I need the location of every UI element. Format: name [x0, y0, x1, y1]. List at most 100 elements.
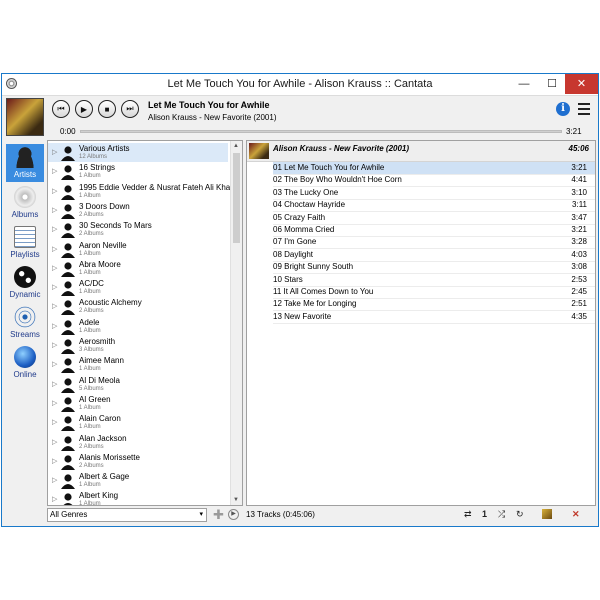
expand-arrow-icon[interactable]: ▷ [52, 476, 57, 484]
expand-arrow-icon[interactable]: ▷ [52, 148, 57, 156]
expand-arrow-icon[interactable]: ▷ [52, 457, 57, 465]
play-button[interactable]: ▶ [75, 100, 93, 118]
play-queue[interactable]: Alison Krauss - New Favorite (2001) 45:0… [246, 140, 596, 506]
track-row[interactable]: 02 The Boy Who Wouldn't Hoe Corn 4:41 [273, 174, 595, 188]
cover-art[interactable] [6, 98, 44, 136]
menu-icon[interactable] [578, 103, 590, 115]
track-row[interactable]: 10 Stars 2:53 [273, 274, 595, 287]
track-row[interactable]: 01 Let Me Touch You for Awhile 3:21 [273, 162, 595, 175]
track-title: 09 Bright Sunny South [273, 262, 354, 272]
artist-list-item[interactable]: ▷ 3 Doors Down 2 Albums [48, 201, 228, 220]
artist-list-item[interactable]: ▷ Aerosmith 3 Albums [48, 336, 228, 355]
sidebar-item-online[interactable]: Online [6, 344, 44, 382]
expand-arrow-icon[interactable]: ▷ [52, 264, 57, 272]
expand-arrow-icon[interactable]: ▷ [52, 399, 57, 407]
seek-slider[interactable] [80, 130, 562, 133]
track-row[interactable]: 06 Momma Cried 3:21 [273, 224, 595, 237]
artist-list[interactable]: ▷ Various Artists 12 Albums ▷ 16 Strings 1 Al… [47, 140, 243, 506]
expand-arrow-icon[interactable]: ▷ [52, 380, 57, 388]
artist-avatar-icon [61, 242, 75, 258]
expand-arrow-icon[interactable]: ▷ [52, 245, 57, 253]
expand-arrow-icon[interactable]: ▷ [52, 225, 57, 233]
expand-arrow-icon[interactable]: ▷ [52, 418, 57, 426]
artist-list-item[interactable]: ▷ 16 Strings 1 Album [48, 162, 228, 181]
artist-list-item[interactable]: ▷ 1995 Eddie Vedder & Nusrat Fateh Ali Kh… [48, 182, 230, 201]
sidebar-item-playlists[interactable]: Playlists [6, 224, 44, 262]
scroll-up-icon[interactable]: ▲ [233, 143, 239, 149]
track-row[interactable]: 12 Take Me for Longing 2:51 [273, 298, 595, 312]
artist-list-item[interactable]: ▷ Alain Caron 1 Album [48, 413, 228, 432]
info-icon[interactable]: i [556, 102, 570, 116]
artist-list-item[interactable]: ▷ Albert King 1 Album [48, 490, 228, 505]
artist-list-item[interactable]: ▷ Various Artists 12 Albums [48, 143, 228, 162]
stop-button[interactable]: ■ [98, 100, 116, 118]
add-to-playqueue-icon[interactable]: ✚ [213, 508, 224, 522]
sidebar-item-albums[interactable]: Albums [6, 184, 44, 222]
artist-list-item[interactable]: ▷ Acoustic Alchemy 2 Albums [48, 297, 228, 316]
sidebar-item-streams[interactable]: Streams [6, 304, 44, 342]
expand-arrow-icon[interactable]: ▷ [52, 206, 57, 214]
track-row[interactable]: 05 Crazy Faith 3:47 [273, 212, 595, 225]
artist-avatar-icon [61, 320, 75, 335]
close-button[interactable]: ✕ [565, 74, 598, 94]
artist-list-item[interactable]: ▷ 30 Seconds To Mars 2 Albums [48, 220, 228, 239]
sidebar-item-artists[interactable]: Artists [6, 144, 44, 182]
track-row[interactable]: 11 It All Comes Down to You 2:45 [273, 286, 595, 299]
track-row[interactable]: 09 Bright Sunny South 3:08 [273, 261, 595, 275]
expand-arrow-icon[interactable]: ▷ [52, 302, 57, 310]
previous-track-button[interactable]: ⏮ [52, 100, 70, 118]
single-icon[interactable]: 1 [482, 509, 487, 519]
track-row[interactable]: 04 Choctaw Hayride 3:11 [273, 199, 595, 213]
now-playing-subtitle: Alison Krauss - New Favorite (2001) [148, 113, 277, 122]
artist-list-item[interactable]: ▷ Adele 1 Album [48, 317, 228, 336]
artist-list-item[interactable]: ▷ AC/DC 1 Album [48, 278, 228, 297]
expand-arrow-icon[interactable]: ▷ [52, 341, 57, 349]
artist-name: 16 Strings [79, 163, 116, 173]
artist-album-count: 1 Album [79, 250, 101, 257]
artist-list-item[interactable]: ▷ Aimee Mann 1 Album [48, 355, 228, 374]
expand-arrow-icon[interactable]: ▷ [52, 283, 57, 291]
sidebar-item-label: Playlists [10, 250, 40, 259]
track-duration: 4:03 [571, 249, 587, 259]
edit-tags-icon[interactable] [542, 509, 552, 519]
expand-arrow-icon[interactable]: ▷ [52, 360, 57, 368]
next-track-button[interactable]: ⏭ [121, 100, 139, 118]
expand-arrow-icon[interactable]: ▷ [52, 495, 57, 503]
artist-list-scrollbar[interactable]: ▲ ▼ [230, 141, 242, 505]
album-icon [14, 186, 36, 208]
repeat-icon[interactable]: ⇄ [464, 509, 472, 520]
expand-arrow-icon[interactable]: ▷ [52, 438, 57, 446]
sidebar-item-label: Albums [11, 210, 39, 219]
minimize-button[interactable]: — [510, 74, 538, 94]
expand-arrow-icon[interactable]: ▷ [52, 322, 57, 330]
track-duration: 3:47 [571, 212, 587, 222]
artist-list-item[interactable]: ▷ Aaron Neville 1 Album [48, 240, 228, 259]
shuffle-icon[interactable]: ⤮ [498, 509, 505, 520]
track-row[interactable]: 08 Daylight 4:03 [273, 249, 595, 262]
consume-icon[interactable]: ↻ [516, 509, 524, 520]
play-selection-icon[interactable]: ▶ [228, 509, 239, 520]
remove-icon[interactable]: ✕ [572, 509, 580, 520]
scroll-down-icon[interactable]: ▼ [233, 497, 239, 503]
scrollbar-thumb[interactable] [233, 153, 240, 243]
artist-list-item[interactable]: ▷ Abra Moore 1 Album [48, 259, 228, 278]
artist-list-item[interactable]: ▷ Al Di Meola 5 Albums [48, 375, 228, 394]
maximize-button[interactable]: ☐ [538, 74, 566, 94]
sidebar-item-label: Artists [13, 170, 37, 179]
artist-album-count: 2 Albums [79, 462, 104, 469]
expand-arrow-icon[interactable]: ▷ [52, 167, 57, 175]
status-bar: 13 Tracks (0:45:06) ⇄ 1 ⤮ ↻ ✕ [246, 507, 598, 525]
artist-list-item[interactable]: ▷ Albert & Gage 1 Album [48, 471, 228, 490]
track-duration: 3:11 [572, 200, 587, 210]
artist-list-item[interactable]: ▷ Alan Jackson 2 Albums [48, 433, 228, 452]
genre-select[interactable]: All Genres ▾ [47, 508, 207, 522]
sidebar-item-label: Dynamic [9, 290, 41, 299]
sidebar-item-dynamic[interactable]: Dynamic [6, 264, 44, 302]
artist-list-item[interactable]: ▷ Alanis Morissette 2 Albums [48, 452, 228, 471]
track-row[interactable]: 03 The Lucky One 3:10 [273, 187, 595, 200]
artist-list-item[interactable]: ▷ Al Green 1 Album [48, 394, 228, 413]
expand-arrow-icon[interactable]: ▷ [52, 187, 57, 195]
track-row[interactable]: 13 New Favorite 4:35 [273, 311, 595, 324]
artist-avatar-icon [61, 146, 75, 161]
track-row[interactable]: 07 I'm Gone 3:28 [273, 236, 595, 250]
